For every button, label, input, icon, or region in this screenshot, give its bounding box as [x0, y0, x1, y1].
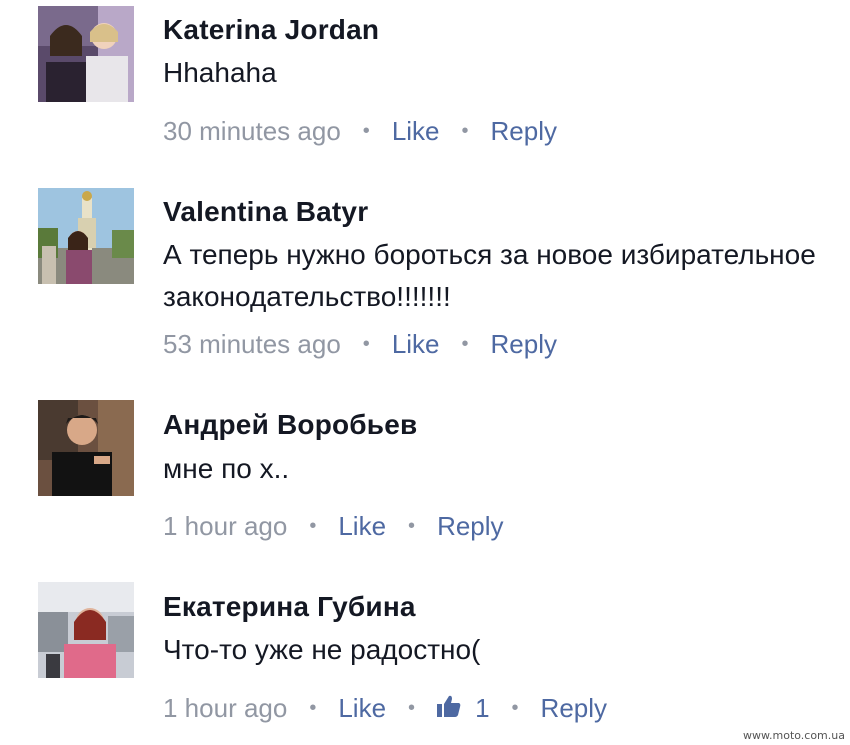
avatar[interactable]	[38, 6, 134, 102]
like-button[interactable]: Like	[392, 329, 440, 360]
comment-timestamp[interactable]: 1 hour ago	[163, 693, 287, 724]
comment-meta: 1 hour ago • Like • 1 • Reply	[163, 693, 607, 724]
comment-author[interactable]: Valentina Batyr	[163, 196, 368, 228]
avatar[interactable]	[38, 582, 134, 678]
comment-meta: 53 minutes ago • Like • Reply	[163, 329, 557, 360]
like-count[interactable]: 1	[437, 693, 490, 724]
separator-dot: •	[408, 515, 416, 537]
comment-author[interactable]: Екатерина Губина	[163, 591, 416, 623]
comment-meta: 30 minutes ago • Like • Reply	[163, 116, 557, 147]
comment-timestamp[interactable]: 53 minutes ago	[163, 329, 341, 360]
comment-meta: 1 hour ago • Like • Reply	[163, 511, 504, 542]
separator-dot: •	[461, 120, 469, 142]
separator-dot: •	[362, 333, 370, 355]
comment-author[interactable]: Андрей Воробьев	[163, 409, 417, 441]
comment-text: А теперь нужно бороться за новое избират…	[163, 239, 816, 312]
reply-button[interactable]: Reply	[491, 116, 557, 147]
reply-button[interactable]: Reply	[541, 693, 607, 724]
comment-timestamp[interactable]: 30 minutes ago	[163, 116, 341, 147]
reply-button[interactable]: Reply	[491, 329, 557, 360]
separator-dot: •	[461, 333, 469, 355]
separator-dot: •	[408, 697, 416, 719]
thumbs-up-icon	[437, 693, 461, 724]
comment-text: Что-то уже не радостно(	[163, 634, 481, 665]
separator-dot: •	[362, 120, 370, 142]
comment-text: мне по х..	[163, 453, 290, 484]
separator-dot: •	[309, 697, 317, 719]
comment-author[interactable]: Katerina Jordan	[163, 14, 379, 46]
avatar[interactable]	[38, 400, 134, 496]
like-button[interactable]: Like	[392, 116, 440, 147]
separator-dot: •	[309, 515, 317, 537]
reply-button[interactable]: Reply	[437, 511, 503, 542]
like-count-number: 1	[475, 693, 490, 723]
watermark: www.moto.com.ua	[740, 728, 848, 743]
comment-timestamp[interactable]: 1 hour ago	[163, 511, 287, 542]
like-button[interactable]: Like	[338, 693, 386, 724]
comment-text: Hhahaha	[163, 57, 277, 88]
like-button[interactable]: Like	[338, 511, 386, 542]
avatar[interactable]	[38, 188, 134, 284]
separator-dot: •	[511, 697, 519, 719]
